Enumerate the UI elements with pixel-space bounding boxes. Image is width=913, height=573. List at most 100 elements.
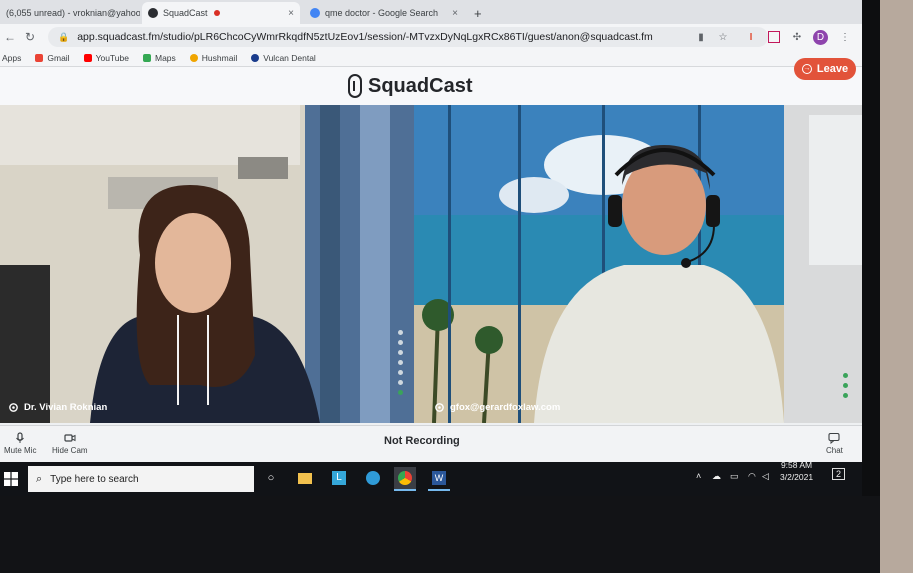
chrome-icon[interactable] <box>398 471 412 485</box>
exit-icon: → <box>801 64 812 74</box>
tab-label: (6,055 unread) - vroknian@yahoo <box>6 8 140 18</box>
puzzle-icon[interactable]: ✣ <box>790 30 804 44</box>
screen: (6,055 unread) - vroknian@yahoo × SquadC… <box>0 0 862 496</box>
bookmark-label: Apps <box>2 53 22 63</box>
battery-icon[interactable]: ▭ <box>730 471 739 482</box>
lock-icon: 🔒 <box>58 31 70 42</box>
pocket-icon[interactable] <box>768 31 780 43</box>
task-view-icon[interactable]: ○ <box>260 467 282 489</box>
participant-label-1: Dr. Vivian Roknian <box>8 402 107 413</box>
mute-mic-button[interactable]: Mute Mic <box>4 432 36 455</box>
gear-icon[interactable] <box>434 402 445 413</box>
hidecam-label: Hide Cam <box>52 446 88 455</box>
leave-label: Leave <box>816 63 849 75</box>
squadcast-logo: Squad Cast <box>348 71 472 101</box>
chevron-up-icon[interactable]: ˄ <box>696 471 701 481</box>
participant-video-1 <box>0 105 414 423</box>
controls-bar: Mute Mic Hide Cam Not Recording Chat <box>0 425 862 462</box>
video-area: Dr. Vivian Roknian gfox@gerardfoxlaw.com <box>0 105 862 423</box>
bookmark-apps[interactable]: Apps <box>2 53 21 63</box>
edge-icon[interactable] <box>366 471 380 485</box>
bookmark-maps[interactable]: Maps <box>142 53 176 63</box>
microphone-icon <box>16 432 25 443</box>
participant-tile-2: gfox@gerardfoxlaw.com <box>414 105 862 423</box>
bookmark-gmail[interactable]: Gmail <box>35 53 70 63</box>
camera-icon[interactable]: ▮ <box>694 30 708 44</box>
windows-start-icon[interactable] <box>4 472 18 486</box>
mute-label: Mute Mic <box>4 446 37 455</box>
reload-icon[interactable]: ↻ <box>20 30 40 44</box>
back-icon[interactable]: ← <box>0 30 20 44</box>
bookmark-label: Vulcan Dental <box>263 53 316 63</box>
brand-part1: Squad <box>368 74 430 97</box>
info-icon <box>251 54 260 62</box>
search-icon: ⌕ <box>36 472 43 485</box>
participant-name: gfox@gerardfoxlaw.com <box>450 402 561 413</box>
participant-tile-1: Dr. Vivian Roknian <box>0 105 414 423</box>
bookmark-youtube[interactable]: YouTube <box>83 53 129 63</box>
bookmarks-bar: Apps Gmail YouTube Maps Hushmail Vulcan … <box>0 50 862 67</box>
chat-icon <box>828 432 841 444</box>
clock-time: 9:58 AM <box>780 460 813 470</box>
new-tab-button[interactable]: + <box>468 2 486 24</box>
bookmark-vulcan-dental[interactable]: Vulcan Dental <box>251 53 316 63</box>
participant-label-2: gfox@gerardfoxlaw.com <box>434 402 560 413</box>
search-placeholder: Type here to search <box>50 473 139 485</box>
monitor: (6,055 unread) - vroknian@yahoo × SquadC… <box>0 0 880 500</box>
tab-google-search[interactable]: qme doctor - Google Search × <box>304 2 464 24</box>
star-icon[interactable]: ☆ <box>716 30 730 44</box>
bookmark-label: Hushmail <box>201 53 238 63</box>
chat-button[interactable]: Chat <box>826 432 843 455</box>
youtube-icon <box>83 54 92 62</box>
participant-name: Dr. Vivian Roknian <box>24 402 108 413</box>
monitor-bezel <box>0 496 880 573</box>
app-l-icon[interactable]: L <box>332 471 346 485</box>
taskbar-search-input[interactable]: ⌕ Type here to search <box>28 466 254 492</box>
tab-strip: (6,055 unread) - vroknian@yahoo × SquadC… <box>0 0 862 24</box>
participant-video-2 <box>414 105 862 423</box>
cloud-icon[interactable]: ☁ <box>712 471 721 482</box>
recording-dot-icon <box>213 10 220 16</box>
squadcast-favicon-icon <box>148 8 158 18</box>
url-field[interactable]: 🔒 app.squadcast.fm/studio/pLR6ChcoCyWmrR… <box>48 27 768 47</box>
gear-icon[interactable] <box>8 402 19 413</box>
background-surface <box>880 0 913 573</box>
notification-icon[interactable]: 2 <box>832 468 846 480</box>
close-icon[interactable]: × <box>452 8 458 19</box>
hushmail-icon <box>189 54 198 62</box>
chat-label: Chat <box>826 446 843 455</box>
tab-label: SquadCast <box>163 8 208 18</box>
leave-button[interactable]: → Leave <box>794 58 856 80</box>
taskbar-clock[interactable]: 9:58 AM 3/2/2021 <box>780 459 813 483</box>
profile-avatar[interactable]: D <box>813 30 828 45</box>
maps-icon <box>142 54 151 62</box>
word-icon[interactable]: W <box>432 471 446 485</box>
bookmark-hushmail[interactable]: Hushmail <box>189 53 238 63</box>
tab-yahoo-mail[interactable]: (6,055 unread) - vroknian@yahoo × <box>0 2 140 24</box>
speaker-icon[interactable]: ◁ <box>762 471 769 482</box>
tab-label: qme doctor - Google Search <box>325 8 439 18</box>
notification-count: 2 <box>836 469 842 479</box>
microphone-logo-icon <box>348 74 362 98</box>
camera-icon <box>64 434 76 442</box>
gmail-icon <box>35 54 44 62</box>
recording-status: Not Recording <box>384 435 460 447</box>
address-bar: ← ↻ 🔒 app.squadcast.fm/studio/pLR6ChcoCy… <box>0 24 862 50</box>
tab-squadcast[interactable]: SquadCast × <box>142 2 300 24</box>
google-favicon-icon <box>310 8 320 18</box>
menu-icon[interactable]: ⋮ <box>838 30 852 44</box>
hide-cam-button[interactable]: Hide Cam <box>52 432 88 455</box>
close-icon[interactable]: × <box>288 8 294 19</box>
bookmark-label: Gmail <box>47 53 70 63</box>
clock-date: 3/2/2021 <box>780 472 814 482</box>
wifi-icon[interactable]: ◠ <box>748 471 756 482</box>
file-explorer-icon[interactable] <box>298 472 312 484</box>
app-header: Squad Cast <box>0 67 862 105</box>
brand-part2: Cast <box>429 74 473 97</box>
url-text: app.squadcast.fm/studio/pLR6ChcoCyWmrRkq… <box>77 31 653 43</box>
audio-level-indicator-2 <box>843 373 848 403</box>
bookmark-label: YouTube <box>95 53 129 63</box>
bookmark-label: Maps <box>154 53 176 63</box>
extension-icon[interactable]: I <box>744 30 758 44</box>
audio-level-indicator-1 <box>398 330 406 400</box>
